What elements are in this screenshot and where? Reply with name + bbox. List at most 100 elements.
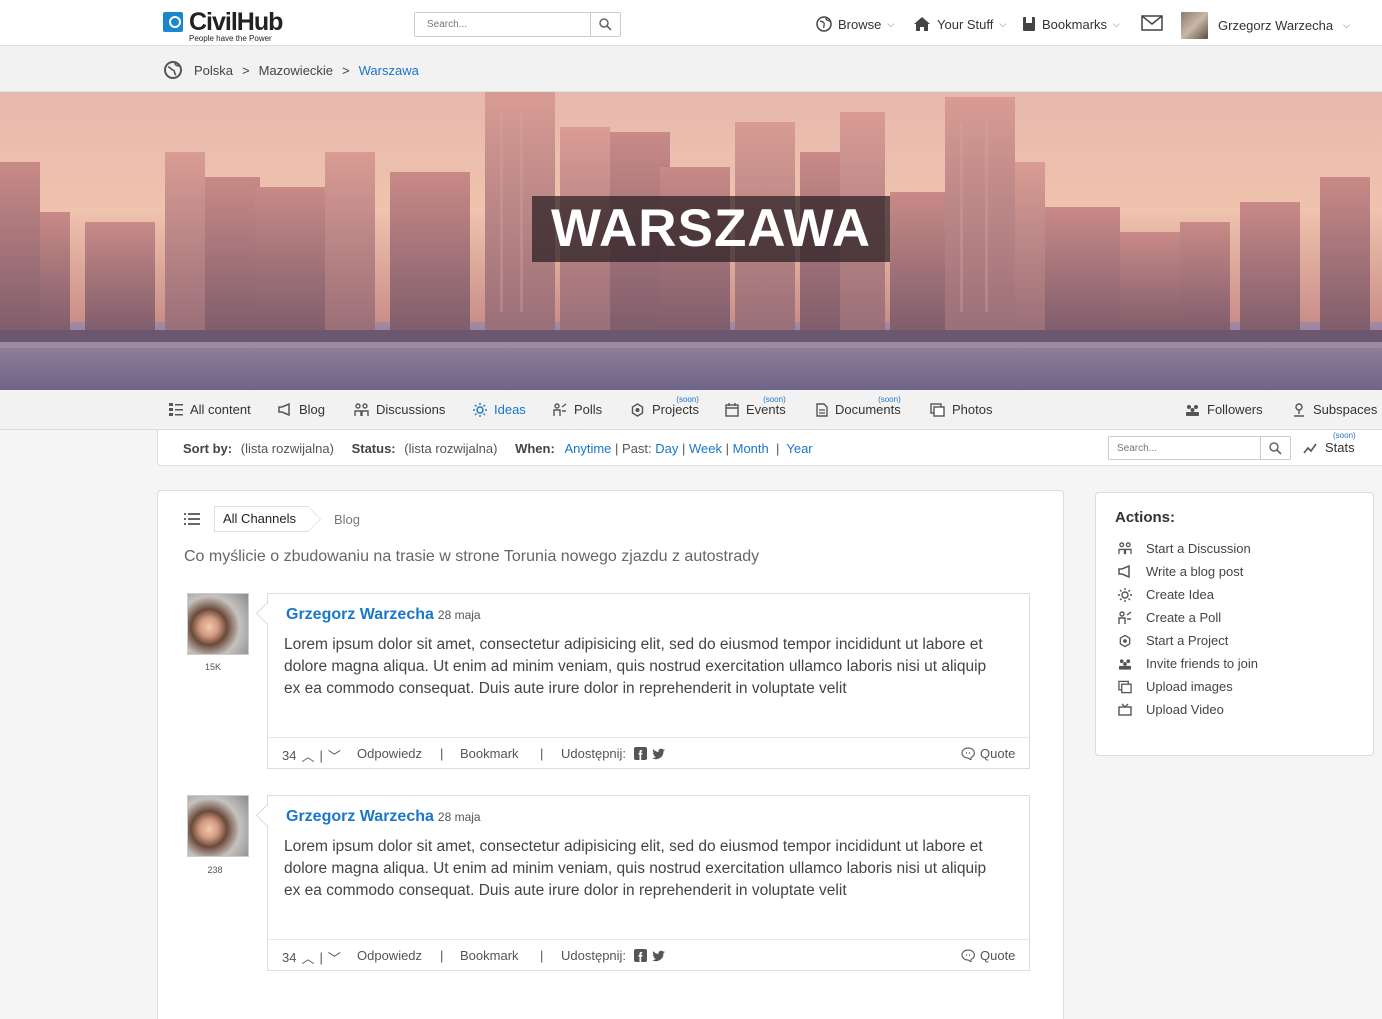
action-upload-images[interactable]: Upload images [1118, 679, 1233, 694]
user-avatar [1181, 12, 1208, 39]
followers-icon [1186, 404, 1199, 416]
discussion-icon [354, 402, 369, 416]
action-upload-video[interactable]: Upload Video [1118, 702, 1224, 717]
megaphone-icon [1118, 565, 1130, 578]
bookmark-label: Bookmark [460, 948, 519, 963]
twitter-icon[interactable] [652, 748, 666, 760]
bookmark-icon [1023, 17, 1035, 31]
post-actions: 34 ︿ | ﹀ Odpowiedz | Bookmark | Udostępnij… [268, 939, 1029, 970]
tab-discussions[interactable]: Discussions [354, 402, 445, 417]
action-label: Write a blog post [1146, 564, 1244, 579]
filter-month[interactable]: Month [733, 441, 769, 456]
tab-projects[interactable]: Projects (soon) [630, 395, 699, 417]
lightbulb-icon [473, 402, 487, 417]
share-label: Udostępnij: [561, 948, 627, 963]
browse-menu[interactable]: Browse ⌵ [816, 16, 894, 32]
tab-photos[interactable]: Photos [930, 402, 992, 417]
channel-blog[interactable]: Blog [334, 512, 360, 527]
content-search-button[interactable] [1260, 437, 1290, 459]
when-label: When: [515, 441, 555, 456]
upvote-icon[interactable]: ︿ [301, 746, 314, 765]
action-create-idea[interactable]: Create Idea [1118, 587, 1214, 602]
post-author-avatar[interactable] [187, 593, 249, 655]
breadcrumb: Polska > Mazowieckie > Warszawa [163, 60, 419, 80]
post-author-avatar[interactable] [187, 795, 249, 857]
post-body: Lorem ipsum dolor sit amet, consectetur … [284, 838, 987, 899]
twitter-icon[interactable] [652, 950, 666, 962]
soon-badge: (soon) [878, 395, 901, 404]
status-dropdown[interactable]: (lista rozwijalna) [404, 441, 497, 456]
tab-subspaces[interactable]: Subspaces [1292, 402, 1377, 417]
downvote-icon[interactable]: ﹀ [328, 948, 341, 967]
filter-year[interactable]: Year [786, 441, 812, 456]
messages-button[interactable] [1141, 15, 1163, 31]
action-invite-friends[interactable]: Invite friends to join [1118, 656, 1258, 671]
sort-dropdown[interactable]: (lista rozwijalna) [241, 441, 334, 456]
share-label: Udostępnij: [561, 746, 627, 761]
filter-anytime[interactable]: Anytime [564, 441, 611, 456]
action-label: Invite friends to join [1146, 656, 1259, 671]
filter-week[interactable]: Week [689, 441, 722, 456]
filter-day[interactable]: Day [655, 441, 678, 456]
breadcrumb-mazowieckie[interactable]: Mazowieckie [259, 63, 333, 78]
civilhub-logo[interactable]: CivilHub People have the Power [163, 10, 283, 43]
facebook-icon[interactable] [634, 747, 648, 760]
your-stuff-menu[interactable]: Your Stuff ⌵ [913, 16, 1006, 32]
tab-all-content[interactable]: All content [169, 402, 251, 417]
tab-followers[interactable]: Followers [1185, 402, 1263, 417]
brand-tagline: People have the Power [189, 34, 272, 43]
tab-label: Events [746, 402, 786, 417]
action-start-discussion[interactable]: Start a Discussion [1118, 541, 1251, 556]
stats-button[interactable]: Stats (soon) [1303, 431, 1356, 455]
globe-icon [816, 16, 832, 32]
tab-events[interactable]: Events (soon) [725, 395, 786, 417]
quote-button[interactable]: Quote [961, 948, 1015, 963]
poll-icon [1118, 610, 1132, 624]
action-create-poll[interactable]: Create a Poll [1118, 610, 1221, 625]
action-label: Upload Video [1146, 702, 1224, 717]
tab-label: Discussions [376, 402, 446, 417]
action-label: Start a Discussion [1146, 541, 1251, 556]
bookmark-button[interactable]: Bookmark [460, 948, 519, 963]
facebook-icon[interactable] [634, 949, 648, 962]
post-author[interactable]: Grzegorz Warzecha [286, 606, 434, 623]
tab-ideas[interactable]: Ideas [473, 402, 526, 417]
post-author[interactable]: Grzegorz Warzecha [286, 808, 434, 825]
post-header: Grzegorz Warzecha 28 maja [286, 606, 481, 624]
reply-button[interactable]: Odpowiedz [357, 948, 422, 963]
list-view-icon[interactable] [184, 513, 200, 525]
soon-badge: (soon) [1333, 431, 1356, 440]
discussion-question: Co myślicie o zbudowaniu na trasie w str… [184, 548, 760, 565]
browse-label: Browse [838, 16, 882, 32]
channel-breadcrumb: All Channels Blog [184, 506, 360, 532]
top-search-button[interactable] [590, 13, 620, 36]
bookmark-button[interactable]: Bookmark [460, 746, 519, 761]
upvote-icon[interactable]: ︿ [301, 948, 314, 967]
channel-all[interactable]: All Channels [214, 506, 321, 532]
post-date: 28 maja [437, 810, 481, 824]
post-actions: 34 ︿ | ﹀ Odpowiedz | Bookmark | Udostępnij… [268, 737, 1029, 768]
user-menu[interactable]: Grzegorz Warzecha ⌵ [1181, 12, 1350, 39]
downvote-icon[interactable]: ﹀ [328, 746, 341, 765]
action-start-project[interactable]: Start a Project [1118, 633, 1228, 648]
subspaces-icon [1294, 402, 1304, 417]
subspaces-label: Subspaces [1313, 402, 1378, 417]
post-card: Grzegorz Warzecha 28 maja Lorem ipsum dol… [267, 795, 1030, 971]
tab-label: All content [190, 402, 251, 417]
quote-button[interactable]: Quote [961, 746, 1015, 761]
reply-button[interactable]: Odpowiedz [357, 746, 422, 761]
content-search-input[interactable] [1109, 437, 1259, 459]
actions-title: Actions: [1115, 509, 1175, 526]
bookmarks-menu[interactable]: Bookmarks ⌵ [1022, 16, 1120, 32]
list-icon [169, 403, 183, 416]
your-stuff-label: Your Stuff [937, 16, 994, 32]
top-search-input[interactable] [415, 13, 591, 36]
breadcrumb-polska[interactable]: Polska [194, 63, 233, 78]
action-write-blog-post[interactable]: Write a blog post [1118, 564, 1243, 579]
tab-blog[interactable]: Blog [278, 402, 325, 417]
breadcrumb-warszawa[interactable]: Warszawa [359, 63, 419, 78]
tab-polls[interactable]: Polls [553, 402, 602, 417]
tab-documents[interactable]: Documents (soon) [816, 395, 901, 417]
quote-bubble-icon [961, 747, 975, 760]
post-card: Grzegorz Warzecha 28 maja Lorem ipsum dol… [267, 593, 1030, 769]
